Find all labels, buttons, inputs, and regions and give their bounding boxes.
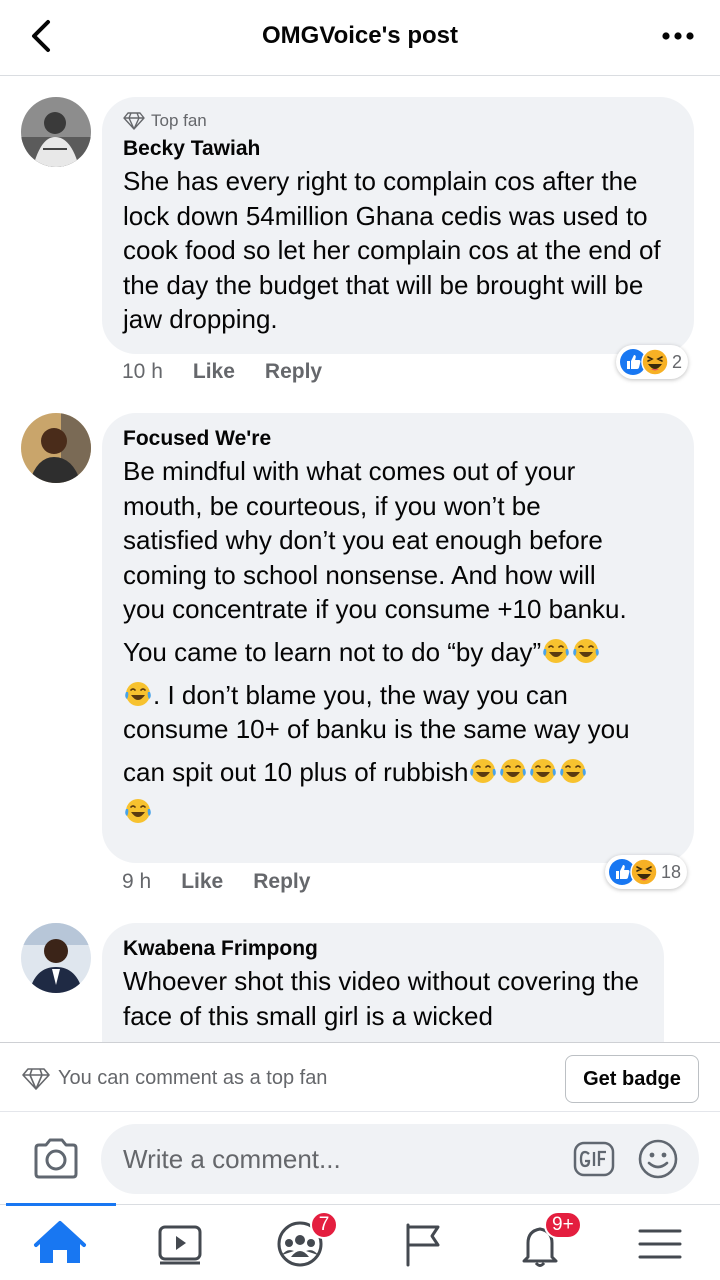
comment-text: She has every right to complain cos afte… [123,166,661,335]
top-fan-badge: Top fan [123,111,674,131]
groups-notification-badge: 7 [310,1211,338,1239]
laughing-emoji-icon [541,637,571,665]
comment-text-line: You came to learn not to do “by day” [123,635,674,670]
comment-bubble: Top fan Becky Tawiah She has every right… [102,97,694,354]
comment-text-segment: . I don’t blame you, the way you can [153,679,568,710]
reaction-summary[interactable]: 18 [605,855,688,889]
comment-text: Whoever shot this video without covering… [123,966,639,1031]
comment-text-line [123,795,674,830]
comment-time: 10 h [122,360,163,383]
comment-text-segment: You came to learn not to do “by day” [123,636,542,667]
reply-button[interactable]: Reply [253,870,310,894]
home-icon[interactable] [32,1219,88,1269]
comments-list: Top fan Becky Tawiah She has every right… [0,77,720,1042]
avatar[interactable] [21,923,91,993]
laughing-emoji-icon [123,680,153,708]
top-fan-bar: You can comment as a top fan Get badge [0,1042,720,1112]
comment-text-line: . I don’t blame you, the way you can [123,678,674,713]
notifications-badge: 9+ [544,1211,582,1239]
laughing-emoji-icon [558,757,588,785]
avatar[interactable] [21,413,91,483]
reaction-count: 2 [672,351,683,372]
comment-text: Be mindful with what comes out of your m… [123,454,674,830]
pages-flag-icon[interactable] [394,1219,450,1269]
comment-author[interactable]: Becky Tawiah [123,137,674,161]
comment-text-line: Be mindful with what comes out of your [123,456,576,486]
top-fan-message: You can comment as a top fan [22,1067,327,1090]
diamond-icon [22,1067,50,1090]
laughing-emoji-icon [528,757,558,785]
laughing-emoji-icon [498,757,528,785]
diamond-icon [123,112,145,130]
comment-text-line: can spit out 10 plus of rubbish [123,755,674,790]
reaction-summary[interactable]: 2 [616,345,689,379]
comment-bubble: Kwabena Frimpong Whoever shot this video… [102,923,664,1042]
top-fan-text: You can comment as a top fan [58,1067,328,1089]
comment-composer [0,1112,720,1204]
comment-text-line: mouth, be courteous, if you won’t be [123,490,541,521]
comment-author[interactable]: Focused We're [123,427,674,451]
haha-reaction-icon [641,348,669,376]
comment-author[interactable]: Kwabena Frimpong [123,937,644,961]
comment-bubble: Focused We're Be mindful with what comes… [102,413,694,863]
reaction-count: 18 [661,861,682,882]
comment-time: 9 h [122,870,152,893]
like-button[interactable]: Like [181,870,223,894]
active-tab-indicator [6,1203,116,1206]
more-options-icon[interactable] [658,18,698,54]
bottom-nav: 7 9+ [0,1203,720,1280]
like-button[interactable]: Like [193,360,235,384]
comment-text-line: satisfied why don’t you eat enough befor… [123,525,603,556]
comment-text-line: coming to school nonsense. And how will [123,559,596,590]
comment-text-segment: can spit out 10 plus of rubbish [123,756,469,787]
comment-input-wrapper [101,1124,699,1194]
emoji-icon[interactable] [637,1138,679,1180]
comment-input[interactable] [123,1124,563,1194]
reply-button[interactable]: Reply [265,360,322,384]
page-title: OMGVoice's post [262,22,458,49]
comment-actions: 10 h Like Reply [122,360,322,384]
comment-actions: 9 h Like Reply [122,870,310,894]
gif-icon[interactable] [573,1141,615,1177]
haha-reaction-icon [630,858,658,886]
camera-icon[interactable] [32,1136,80,1180]
badge-label: Top fan [151,111,207,130]
laughing-emoji-icon [468,757,498,785]
comment-text-line: consume 10+ of banku is the same way you [123,714,630,745]
menu-icon[interactable] [632,1219,688,1269]
watch-icon[interactable] [152,1219,208,1269]
get-badge-button[interactable]: Get badge [565,1055,699,1103]
avatar[interactable] [21,97,91,167]
laughing-emoji-icon [123,797,153,825]
laughing-emoji-icon [571,637,601,665]
comment-text-line: you concentrate if you consume +10 banku… [123,594,627,625]
post-header: OMGVoice's post [0,0,720,76]
